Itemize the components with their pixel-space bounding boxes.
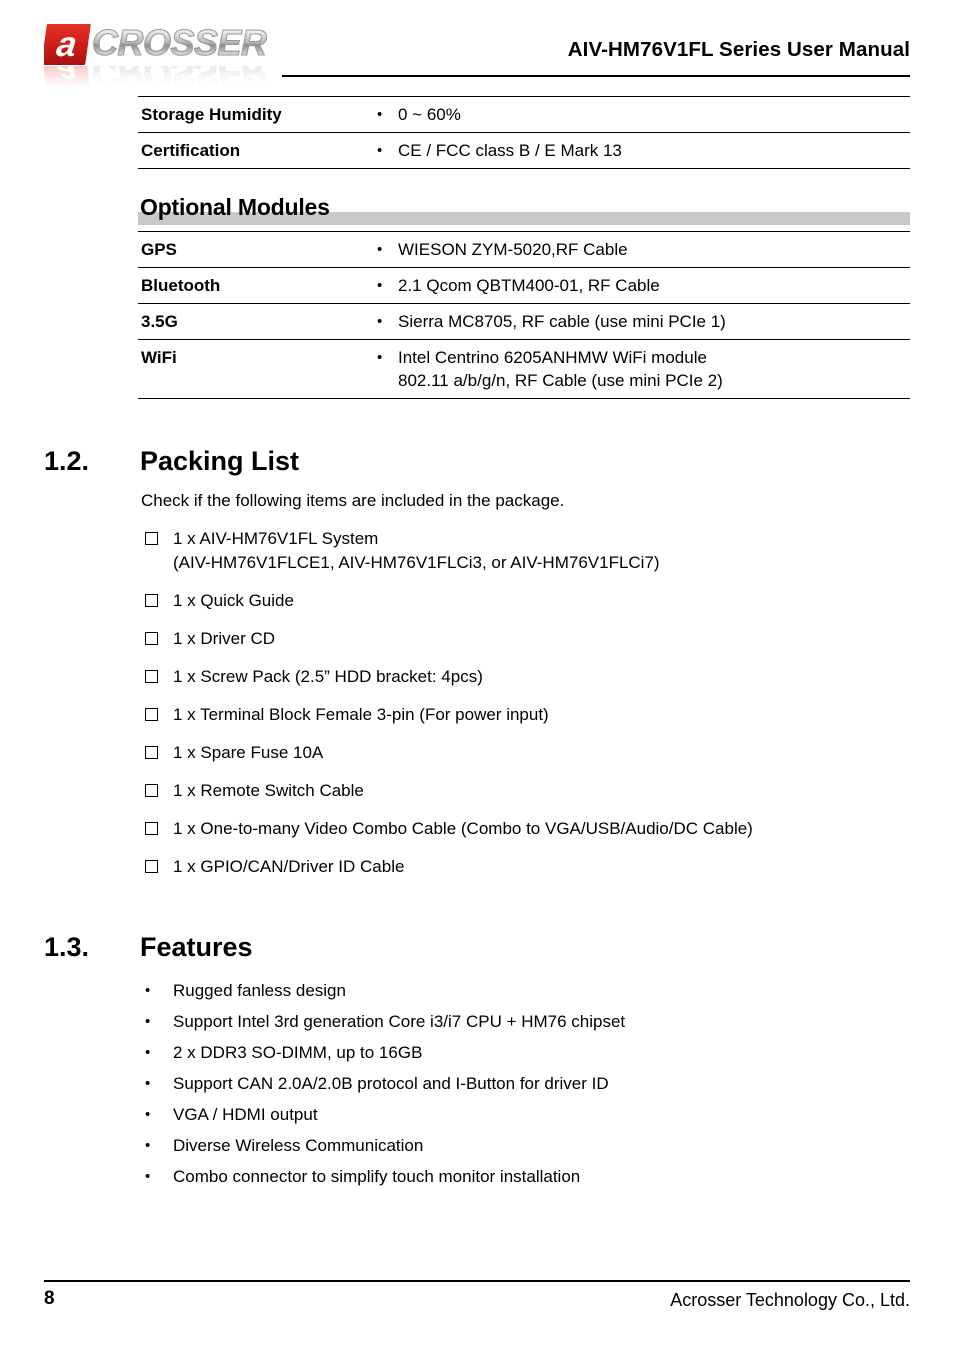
checkbox-icon[interactable]: [145, 532, 158, 545]
checkbox-icon[interactable]: [145, 860, 158, 873]
module-label: GPS: [141, 240, 177, 259]
list-item: Support Intel 3rd generation Core i3/i7 …: [0, 1010, 954, 1033]
page-footer: 8 Acrosser Technology Co., Ltd.: [44, 1280, 910, 1320]
list-item: 1 x AIV-HM76V1FL System (AIV-HM76V1FLCE1…: [0, 527, 954, 575]
list-item: 1 x Spare Fuse 10A: [0, 741, 954, 765]
page-header: CROSSER CROSSER AIV-HM76V1FL Series User…: [0, 0, 954, 96]
features-list: Rugged fanless design Support Intel 3rd …: [0, 979, 954, 1188]
section-heading-packing-list: 1.2. Packing List: [44, 443, 954, 489]
list-item-line1: 1 x Driver CD: [173, 629, 276, 648]
module-value: Intel Centrino 6205ANHMW WiFi module 802…: [376, 340, 910, 399]
list-item: VGA / HDMI output: [0, 1103, 954, 1126]
list-item-line1: 1 x Remote Switch Cable: [173, 781, 364, 800]
optional-modules-heading: Optional Modules: [138, 191, 910, 229]
page-content: Storage Humidity 0 ~ 60% Certification C…: [0, 96, 954, 1196]
list-item: 1 x Remote Switch Cable: [0, 779, 954, 803]
logo-main: CROSSER: [44, 24, 268, 66]
list-item-line1: 1 x One-to-many Video Combo Cable (Combo…: [173, 819, 753, 838]
table-row: Bluetooth 2.1 Qcom QBTM400-01, RF Cable: [138, 268, 910, 304]
heading-text: Optional Modules: [140, 194, 330, 220]
list-item-line2: (AIV-HM76V1FLCE1, AIV-HM76V1FLCi3, or AI…: [173, 553, 660, 572]
checkbox-icon[interactable]: [145, 784, 158, 797]
list-item: 1 x Quick Guide: [0, 589, 954, 613]
section-heading-features: 1.3. Features: [44, 929, 954, 975]
spec-table-continuation: Storage Humidity 0 ~ 60% Certification C…: [138, 96, 910, 169]
checkbox-icon[interactable]: [145, 822, 158, 835]
spec-label: Certification: [141, 141, 241, 160]
checkbox-icon[interactable]: [145, 670, 158, 683]
logo-a-mark-icon: [44, 24, 91, 65]
acrosser-logo: CROSSER CROSSER: [44, 24, 284, 94]
list-item-line1: 1 x GPIO/CAN/Driver ID Cable: [173, 857, 405, 876]
module-label: WiFi: [141, 348, 177, 367]
table-row: WiFi Intel Centrino 6205ANHMW WiFi modul…: [138, 340, 910, 399]
table-row: Certification CE / FCC class B / E Mark …: [138, 133, 910, 169]
list-item-line1: 1 x Quick Guide: [173, 591, 294, 610]
module-value: WIESON ZYM-5020,RF Cable: [376, 232, 910, 268]
module-label: Bluetooth: [141, 276, 221, 295]
list-item: Rugged fanless design: [0, 979, 954, 1002]
logo-wordmark: CROSSER: [89, 24, 268, 62]
packing-list: 1 x AIV-HM76V1FL System (AIV-HM76V1FLCE1…: [0, 527, 954, 879]
module-label: 3.5G: [141, 312, 178, 331]
list-item: 1 x Driver CD: [0, 627, 954, 651]
checkbox-icon[interactable]: [145, 632, 158, 645]
logo-reflection: CROSSER: [44, 66, 267, 92]
section-number: 1.3.: [44, 932, 90, 962]
table-row: Storage Humidity 0 ~ 60%: [138, 96, 910, 133]
section-title: Packing List: [140, 446, 300, 476]
header-divider: [282, 75, 910, 77]
checkbox-icon[interactable]: [145, 594, 158, 607]
table-row: 3.5G Sierra MC8705, RF cable (use mini P…: [138, 304, 910, 340]
spec-value: CE / FCC class B / E Mark 13: [376, 133, 910, 169]
optional-modules-table: GPS WIESON ZYM-5020,RF Cable Bluetooth 2…: [138, 231, 910, 399]
list-item-line1: 1 x Screw Pack (2.5” HDD bracket: 4pcs): [173, 667, 483, 686]
list-item: 1 x GPIO/CAN/Driver ID Cable: [0, 855, 954, 879]
section-number: 1.2.: [44, 446, 90, 476]
header-title: AIV-HM76V1FL Series User Manual: [567, 38, 910, 61]
module-value: 2.1 Qcom QBTM400-01, RF Cable: [376, 268, 910, 304]
list-item: Combo connector to simplify touch monito…: [0, 1165, 954, 1188]
spec-value: 0 ~ 60%: [376, 97, 910, 133]
section-title: Features: [140, 932, 253, 962]
checkbox-icon[interactable]: [145, 708, 158, 721]
list-item: 1 x Terminal Block Female 3-pin (For pow…: [0, 703, 954, 727]
list-item: 1 x Screw Pack (2.5” HDD bracket: 4pcs): [0, 665, 954, 689]
list-item: 2 x DDR3 SO-DIMM, up to 16GB: [0, 1041, 954, 1064]
list-item: Diverse Wireless Communication: [0, 1134, 954, 1157]
logo-a-mark-reflection-icon: [44, 66, 91, 92]
module-value-line1: Intel Centrino 6205ANHMW WiFi module: [398, 348, 707, 367]
spec-label: Storage Humidity: [141, 105, 282, 124]
logo-wordmark-reflection: CROSSER: [89, 66, 267, 92]
list-item-line1: 1 x Terminal Block Female 3-pin (For pow…: [173, 705, 549, 724]
list-item: 1 x One-to-many Video Combo Cable (Combo…: [0, 817, 954, 841]
module-value-line2: 802.11 a/b/g/n, RF Cable (use mini PCIe …: [398, 371, 723, 390]
page-number: 8: [44, 1288, 55, 1309]
list-item: Support CAN 2.0A/2.0B protocol and I-But…: [0, 1072, 954, 1095]
packing-list-intro: Check if the following items are include…: [141, 491, 565, 510]
module-value: Sierra MC8705, RF cable (use mini PCIe 1…: [376, 304, 910, 340]
footer-company-name: Acrosser Technology Co., Ltd.: [670, 1290, 910, 1310]
list-item-line1: 1 x Spare Fuse 10A: [173, 743, 324, 762]
footer-divider: [44, 1280, 910, 1282]
checkbox-icon[interactable]: [145, 746, 158, 759]
table-row: GPS WIESON ZYM-5020,RF Cable: [138, 231, 910, 268]
list-item-line1: 1 x AIV-HM76V1FL System: [173, 529, 379, 548]
